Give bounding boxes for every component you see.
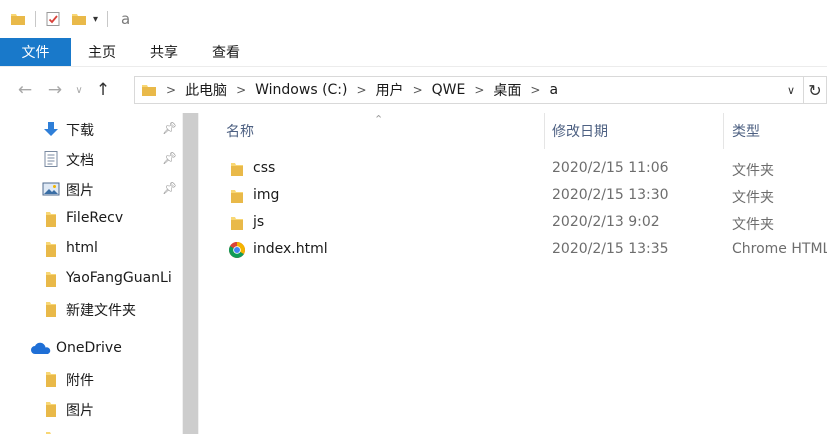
nav-item-pictures[interactable]: 图片 📌︎ — [0, 174, 182, 204]
breadcrumb-chevron-icon[interactable]: > — [530, 83, 540, 97]
file-type: 文件夹 — [732, 190, 774, 206]
nav-item-onedrive-pictures[interactable]: 图片 — [0, 394, 182, 424]
breadcrumb-drive-c[interactable]: Windows (C:) — [255, 82, 347, 98]
pin-icon[interactable]: 📌︎ — [162, 181, 177, 195]
nav-pane-scroll-thumb[interactable] — [183, 113, 198, 434]
nav-item-label: html — [66, 240, 98, 256]
quick-access-toolbar: ▾ — [0, 0, 117, 38]
nav-item-label: FileRecv — [66, 210, 124, 226]
nav-item-html[interactable]: html — [0, 234, 182, 264]
navigation-bar: ← → ∨ ↑ > 此电脑 > Windows (C:) > 用户 > QWE … — [0, 67, 827, 113]
address-bar[interactable]: > 此电脑 > Windows (C:) > 用户 > QWE > 桌面 > a… — [134, 76, 804, 104]
folder-icon — [42, 430, 60, 434]
nav-item-label: 文档 — [66, 153, 94, 169]
file-row-js[interactable]: js 2020/2/13 9:02 文件夹 — [200, 209, 827, 236]
nav-item-label: 新建文件夹 — [66, 303, 136, 319]
nav-item-yaofangguanli[interactable]: YaoFangGuanLi — [0, 264, 182, 294]
column-divider[interactable] — [723, 113, 724, 149]
address-history-dropdown-icon[interactable]: ∨ — [779, 77, 803, 103]
file-list: ⌃ 名称 修改日期 类型 css 2020/2/15 11:06 文件夹 img… — [200, 113, 827, 434]
nav-item-label: YaoFangGuanLi — [66, 270, 172, 286]
breadcrumb-chevron-icon[interactable]: > — [474, 83, 484, 97]
nav-item-label: OneDrive — [56, 340, 122, 356]
folder-icon — [141, 82, 157, 98]
file-name: img — [253, 187, 280, 203]
folder-icon — [42, 400, 60, 418]
folder-icon — [42, 370, 60, 388]
recent-locations-chevron-icon[interactable]: ∨ — [70, 75, 88, 105]
properties-checkmark-icon[interactable] — [45, 11, 61, 27]
sort-ascending-icon: ⌃ — [374, 113, 384, 126]
nav-item-filerecv[interactable]: FileRecv — [0, 204, 182, 234]
nav-item-label: 附件 — [66, 373, 94, 389]
file-row-index-html[interactable]: index.html 2020/2/15 13:35 Chrome HTML D… — [200, 236, 827, 263]
file-type: 文件夹 — [732, 217, 774, 233]
pin-icon[interactable]: 📌︎ — [162, 151, 177, 165]
column-header-date[interactable]: 修改日期 — [552, 113, 608, 149]
chrome-icon — [228, 241, 246, 259]
breadcrumb-a[interactable]: a — [549, 82, 558, 98]
file-row-img[interactable]: img 2020/2/15 13:30 文件夹 — [200, 182, 827, 209]
folder-icon — [42, 240, 60, 258]
folder-icon — [42, 210, 60, 228]
nav-item-documents[interactable]: 文档 📌︎ — [0, 144, 182, 174]
breadcrumb-desktop[interactable]: 桌面 — [493, 80, 521, 100]
breadcrumb-chevron-icon[interactable]: > — [413, 83, 423, 97]
nav-item-new-folder[interactable]: 新建文件夹 — [0, 294, 182, 324]
nav-item-label: 下载 — [66, 123, 94, 139]
breadcrumb-chevron-icon[interactable]: > — [166, 83, 176, 97]
nav-item-label: 图片 — [66, 403, 94, 419]
file-date: 2020/2/15 11:06 — [552, 160, 669, 176]
breadcrumb-qwe[interactable]: QWE — [432, 82, 466, 98]
tab-file[interactable]: 文件 — [0, 38, 71, 66]
nav-item-partial[interactable] — [0, 424, 182, 434]
new-folder-icon[interactable] — [71, 11, 87, 27]
folder-icon — [228, 187, 246, 205]
up-arrow-icon[interactable]: ↑ — [88, 75, 118, 105]
tab-home[interactable]: 主页 — [71, 38, 133, 66]
folder-icon — [42, 270, 60, 288]
title-bar: ▾ a — [0, 0, 827, 38]
column-header-name[interactable]: 名称 — [226, 113, 254, 149]
column-divider[interactable] — [544, 113, 545, 149]
nav-item-label: 图片 — [66, 183, 94, 199]
folder-icon — [10, 11, 26, 27]
file-date: 2020/2/15 13:30 — [552, 187, 669, 203]
folder-icon — [228, 160, 246, 178]
tab-view[interactable]: 查看 — [195, 38, 257, 66]
breadcrumb-chevron-icon[interactable]: > — [357, 83, 367, 97]
tab-share[interactable]: 共享 — [133, 38, 195, 66]
back-arrow-icon[interactable]: ← — [10, 75, 40, 105]
toolbar-divider — [107, 11, 109, 27]
window-title: a — [121, 10, 131, 28]
cloud-icon — [30, 340, 51, 358]
breadcrumb-chevron-icon[interactable]: > — [236, 83, 246, 97]
refresh-icon[interactable]: ↻ — [804, 76, 827, 104]
file-row-css[interactable]: css 2020/2/15 11:06 文件夹 — [200, 155, 827, 182]
nav-item-attachments[interactable]: 附件 — [0, 364, 182, 394]
pin-icon[interactable]: 📌︎ — [162, 121, 177, 135]
document-icon — [42, 150, 60, 168]
forward-arrow-icon[interactable]: → — [40, 75, 70, 105]
ribbon-tabs: 文件 主页 共享 查看 — [0, 38, 827, 67]
toolbar-divider — [35, 11, 36, 27]
download-arrow-icon — [42, 120, 60, 138]
file-name: index.html — [253, 241, 328, 257]
customize-toolbar-dropdown-icon[interactable]: ▾ — [93, 14, 98, 25]
file-date: 2020/2/13 9:02 — [552, 214, 660, 230]
pictures-icon — [42, 180, 60, 198]
breadcrumb-this-pc[interactable]: 此电脑 — [185, 80, 227, 100]
file-date: 2020/2/15 13:35 — [552, 241, 669, 257]
navigation-pane: 下载 📌︎ 文档 📌︎ 图片 📌︎ FileRecv html YaoFangG… — [0, 113, 182, 434]
file-name: css — [253, 160, 276, 176]
file-type: 文件夹 — [732, 163, 774, 179]
column-header-type[interactable]: 类型 — [732, 113, 760, 149]
file-name: js — [253, 214, 265, 230]
breadcrumb-users[interactable]: 用户 — [376, 80, 404, 100]
nav-item-onedrive[interactable]: OneDrive — [0, 334, 182, 364]
folder-icon — [228, 214, 246, 232]
folder-icon — [42, 300, 60, 318]
nav-item-downloads[interactable]: 下载 📌︎ — [0, 114, 182, 144]
file-type: Chrome HTML Document — [732, 241, 827, 257]
